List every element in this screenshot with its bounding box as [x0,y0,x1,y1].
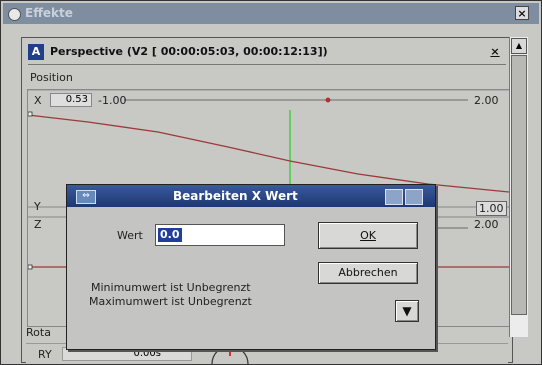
cancel-label: Abbrechen [338,266,398,279]
x-axis-label: X [34,94,42,107]
min-info-text: Minimumwert ist Unbegrenzt [91,281,251,294]
expand-down-button[interactable]: ▼ [395,300,419,322]
ok-label: OK [360,229,376,242]
dialog-titlebar[interactable]: ⇔ Bearbeiten X Wert [67,185,435,207]
dialog-icon: ⇔ [76,190,96,204]
dialog-title: Bearbeiten X Wert [173,189,298,203]
ry-label: RY [38,348,52,361]
window-close-button[interactable]: × [515,6,529,20]
section-rotation-label: Rota [26,326,51,339]
wert-input[interactable]: 0.0 [155,224,285,246]
scroll-thumb[interactable] [511,55,527,315]
effect-logo-icon: A [28,44,44,60]
dialog-minimize-button[interactable] [385,189,403,205]
vertical-scrollbar[interactable]: ▲ [509,37,528,337]
chevron-down-icon: ▼ [402,304,412,318]
panel-close-button[interactable]: × [488,45,502,59]
section-position-label: Position [30,71,73,84]
y-axis-label: Y [34,200,41,213]
window-titlebar[interactable]: Effekte × [3,3,539,24]
edit-value-dialog: ⇔ Bearbeiten X Wert Wert 0.0 OK Abbreche… [66,184,436,350]
ok-button[interactable]: OK [318,222,418,249]
cancel-button[interactable]: Abbrechen [318,262,418,284]
scroll-up-icon[interactable]: ▲ [511,38,527,54]
x-value-field[interactable]: 0.53 [50,93,92,107]
app-icon [8,8,21,21]
z-axis-label: Z [34,218,42,231]
wert-value: 0.0 [158,228,182,242]
effects-window: Effekte × A Perspective (V2 [ 00:00:05:0… [0,0,542,365]
window-title: Effekte [25,6,73,20]
x-curve [28,114,509,193]
divider [28,64,506,65]
panel-title: Perspective (V2 [ 00:00:05:03, 00:00:12:… [50,45,328,58]
x-min-label: -1.00 [98,94,127,107]
z-max-label: 2.00 [474,218,499,231]
max-info-text: Maximumwert ist Unbegrenzt [89,295,252,308]
y-max-label: 1.00 [476,201,507,216]
x-max-label: 2.00 [474,94,499,107]
wert-label: Wert [117,229,143,242]
keyframe-marker-z [28,264,33,270]
keyframe-marker [28,111,33,117]
x-slider-handle [325,97,331,103]
x-value: 0.53 [65,94,88,105]
panel-header: A Perspective (V2 [ 00:00:05:03, 00:00:1… [28,44,506,62]
dialog-close-button[interactable] [405,189,423,205]
